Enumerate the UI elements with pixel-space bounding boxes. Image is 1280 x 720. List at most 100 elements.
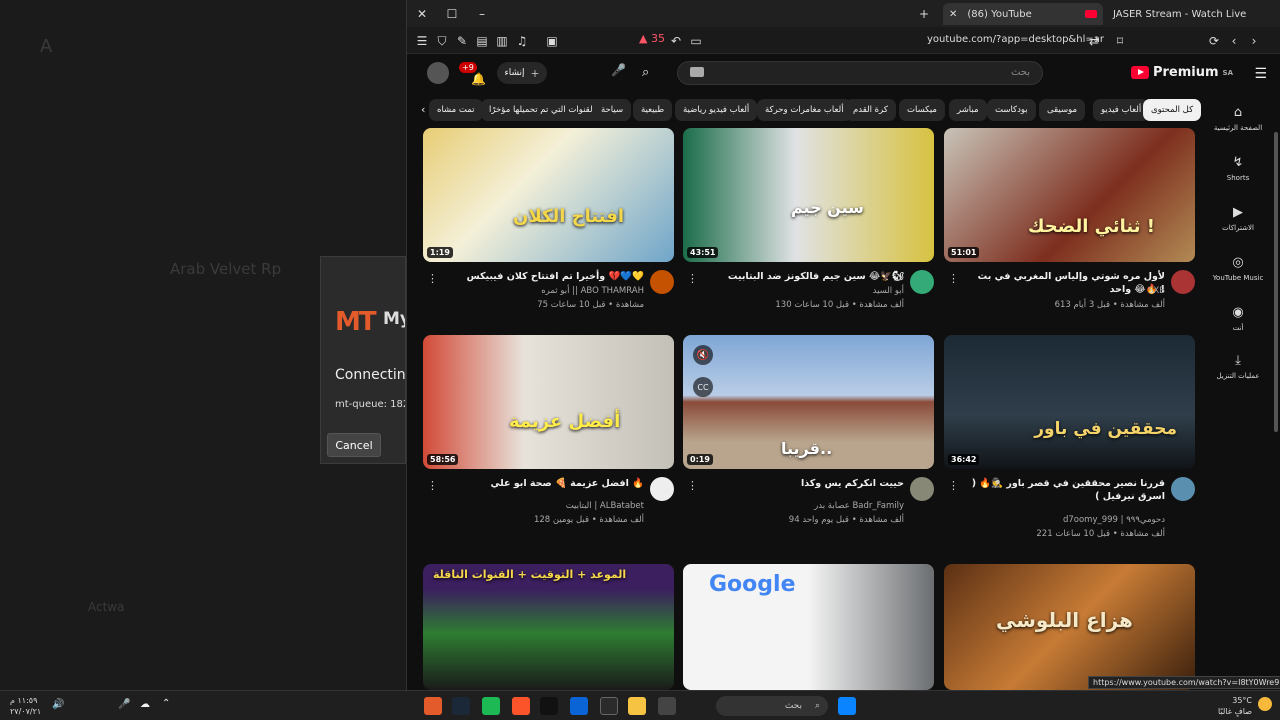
- chip[interactable]: ألعاب مغامرات وحركة: [757, 99, 852, 121]
- bell-icon[interactable]: 🔔: [471, 72, 486, 86]
- sidebar-icon[interactable]: ▥: [493, 32, 511, 50]
- weather[interactable]: 35°C صافٍ غالبًا: [1218, 695, 1252, 717]
- chip[interactable]: ألعاب فيديو رياضية: [675, 99, 758, 121]
- brave-shield-badge[interactable]: ▲ 35: [639, 32, 665, 45]
- video-thumbnail[interactable]: هزاع البلوشي: [944, 564, 1195, 690]
- channel-avatar[interactable]: [1171, 270, 1195, 294]
- minimize-icon[interactable]: –: [473, 5, 491, 23]
- search-icon[interactable]: ⌕: [642, 65, 649, 80]
- more-options-icon[interactable]: ⋮: [427, 272, 438, 285]
- folder-icon[interactable]: [628, 697, 646, 715]
- channel-avatar[interactable]: [910, 477, 934, 501]
- forward-icon[interactable]: ›: [1245, 32, 1263, 50]
- captions-icon[interactable]: CC: [693, 377, 713, 397]
- bookmark-icon[interactable]: ⌑: [1111, 32, 1129, 50]
- avatar[interactable]: [427, 62, 449, 84]
- channel-avatar[interactable]: [650, 270, 674, 294]
- wallet-icon[interactable]: ▤: [473, 32, 491, 50]
- channel-avatar[interactable]: [650, 477, 674, 501]
- more-options-icon[interactable]: ⋮: [687, 479, 698, 492]
- tools-icon[interactable]: ✎: [453, 32, 471, 50]
- keyboard-icon[interactable]: [690, 67, 704, 77]
- chip[interactable]: سياحة: [593, 99, 632, 121]
- app-icon[interactable]: [482, 697, 500, 715]
- chip-all[interactable]: كل المحتوى: [1143, 99, 1202, 121]
- maximize-icon[interactable]: ☐: [443, 5, 461, 23]
- mute-icon[interactable]: 🔇: [693, 345, 713, 365]
- tab-jaser[interactable]: JASER Stream - Watch Live on Ki: [1107, 3, 1247, 25]
- video-thumbnail[interactable]: Google: [683, 564, 934, 690]
- create-button[interactable]: إنشاء ＋: [497, 62, 547, 84]
- channel-name[interactable]: SXB: [955, 286, 1165, 296]
- outlook-icon[interactable]: [570, 697, 588, 715]
- taskview-icon[interactable]: [658, 697, 676, 715]
- chip[interactable]: ميكسات: [899, 99, 945, 121]
- network-icon[interactable]: 🔊: [52, 699, 64, 710]
- rewind-icon[interactable]: ↶: [667, 32, 685, 50]
- cancel-button[interactable]: Cancel: [327, 433, 381, 457]
- channel-name[interactable]: أبو السيد: [694, 286, 904, 296]
- chip[interactable]: ألعاب فيديو: [1093, 99, 1150, 121]
- store-icon[interactable]: [600, 697, 618, 715]
- app-icon[interactable]: [424, 697, 442, 715]
- shield-icon[interactable]: ⛉: [433, 32, 451, 50]
- brave-icon[interactable]: [512, 697, 530, 715]
- chip[interactable]: موسيقى: [1039, 99, 1086, 121]
- windows-start-icon[interactable]: [838, 697, 856, 715]
- chip[interactable]: بودكاست: [987, 99, 1036, 121]
- video-title[interactable]: سين جيم فالكونز ضد البتابيت 😂🦅🐿: [694, 270, 904, 283]
- tab-youtube[interactable]: ✕ (86) YouTube: [943, 3, 1103, 25]
- screen-icon[interactable]: ▭: [687, 32, 705, 50]
- chip[interactable]: مباشر: [949, 99, 987, 121]
- sidebar-item-subscriptions[interactable]: ▶ الاشتراكات: [1208, 206, 1268, 233]
- tab-search-icon[interactable]: ▣: [543, 32, 561, 50]
- video-thumbnail[interactable]: 🔇 CC قريبا.. 0:19: [683, 335, 934, 469]
- youtube-logo[interactable]: Premium SA: [1130, 65, 1233, 80]
- sidebar-item-you[interactable]: ◉ أنت: [1208, 306, 1268, 333]
- sidebar-item-shorts[interactable]: ↯ Shorts: [1208, 156, 1268, 183]
- steam-icon[interactable]: [452, 697, 470, 715]
- video-thumbnail[interactable]: ثنائي الضحك ! 51:01: [944, 128, 1195, 262]
- more-options-icon[interactable]: ⋮: [948, 272, 959, 285]
- reload-icon[interactable]: ⟳: [1205, 32, 1223, 50]
- video-title[interactable]: وأخيرا تم افتتاح كلان فيبيكس 💔💙💛: [434, 270, 644, 283]
- mic-icon[interactable]: 🎤: [611, 63, 631, 83]
- video-title[interactable]: قررنا نصير محققين في قصر باور 🕵️🔥 ( اسرق…: [955, 477, 1165, 503]
- channel-name[interactable]: d7oomy_999 | دحومي٩٩٩: [955, 515, 1165, 525]
- clock[interactable]: ١١:٥٩ م ٢٧/٠٧/٢١: [10, 695, 41, 717]
- chip[interactable]: تمت مشاه: [429, 99, 483, 121]
- channel-name[interactable]: أبو ثمره || ABO THAMRAH: [434, 286, 644, 296]
- video-thumbnail[interactable]: محققين في باور 36:42: [944, 335, 1195, 469]
- video-thumbnail[interactable]: الموعد + التوقيت + القنوات الناقلة: [423, 564, 674, 690]
- channel-avatar[interactable]: [910, 270, 934, 294]
- chip-scroll-left-icon[interactable]: ‹: [421, 103, 425, 116]
- channel-name[interactable]: البتابيت | ALBatabet: [434, 501, 644, 511]
- hamburger-menu-icon[interactable]: ☰: [1254, 66, 1267, 82]
- tiktok-icon[interactable]: [540, 697, 558, 715]
- more-options-icon[interactable]: ⋮: [427, 479, 438, 492]
- more-options-icon[interactable]: ⋮: [948, 479, 959, 492]
- video-title[interactable]: حييت انكركم يس وكذا: [694, 477, 904, 490]
- scrollbar[interactable]: [1274, 132, 1278, 432]
- chip[interactable]: طبيعية: [633, 99, 673, 121]
- video-thumbnail[interactable]: أفضل عزيمة 58:56: [423, 335, 674, 469]
- sidebar-item-music[interactable]: ◎ YouTube Music: [1208, 256, 1268, 283]
- close-tab-icon[interactable]: ✕: [949, 9, 957, 20]
- music-note-icon[interactable]: ♫: [513, 32, 531, 50]
- menu-icon[interactable]: ☰: [413, 32, 431, 50]
- close-window-icon[interactable]: ✕: [413, 5, 431, 23]
- tray-overflow-icon[interactable]: ⌃: [162, 698, 170, 709]
- channel-avatar[interactable]: [1171, 477, 1195, 501]
- video-title[interactable]: افضل عزيمة 🍕 صحة ابو علي 🔥: [434, 477, 644, 490]
- chip[interactable]: كرة القدم: [845, 99, 896, 121]
- taskbar-search[interactable]: بحث ⌕: [716, 696, 828, 716]
- settings-toggle-icon[interactable]: ⇄: [1085, 32, 1103, 50]
- sidebar-item-downloads[interactable]: ⤓ عمليات التنزيل: [1208, 354, 1268, 381]
- chip[interactable]: القنوات التي تم تحميلها مؤخرًا: [481, 99, 603, 121]
- video-thumbnail[interactable]: افتتاح الكلان 1:19: [423, 128, 674, 262]
- new-tab-icon[interactable]: +: [915, 5, 933, 23]
- url-text[interactable]: youtube.com/?app=desktop&hl=ar: [927, 34, 1104, 45]
- back-icon[interactable]: ‹: [1225, 32, 1243, 50]
- channel-name[interactable]: عصابة بدر Badr_Family: [694, 501, 904, 511]
- mic-tray-icon[interactable]: 🎤: [118, 699, 130, 710]
